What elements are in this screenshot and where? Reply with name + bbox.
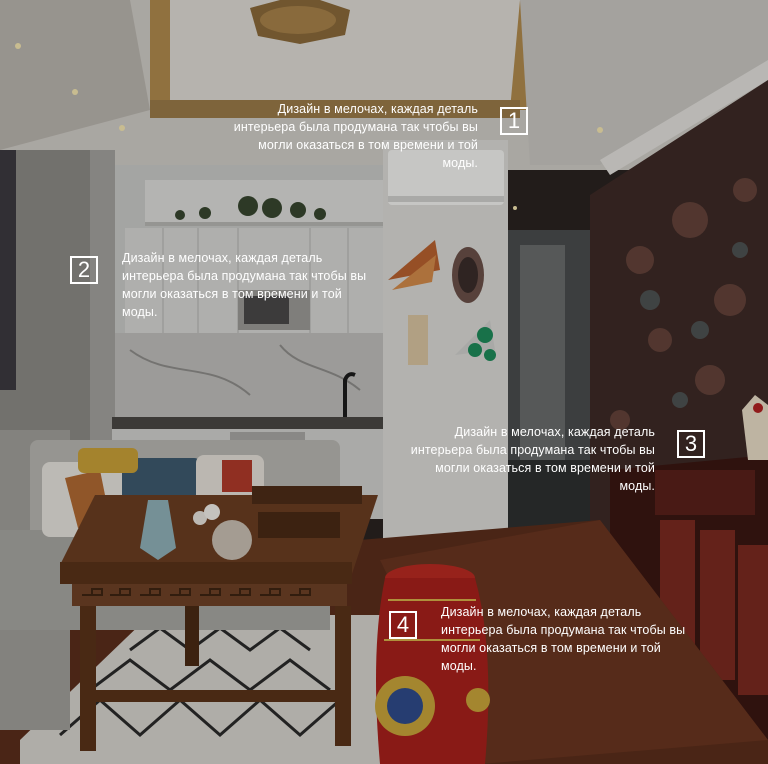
marker-box-1[interactable]: 1 bbox=[500, 107, 528, 135]
caption-line: интерьера была продумана так чтобы вы bbox=[410, 443, 655, 457]
caption-3: Дизайн в мелочах, каждая деталь интерьер… bbox=[375, 423, 655, 495]
caption-line: моды. bbox=[122, 305, 158, 319]
marker-box-3[interactable]: 3 bbox=[677, 430, 705, 458]
caption-line: моды. bbox=[619, 479, 655, 493]
caption-line: могли оказаться в том времени и той bbox=[441, 641, 661, 655]
caption-line: Дизайн в мелочах, каждая деталь bbox=[441, 605, 642, 619]
caption-line: интерьера была продумана так чтобы вы bbox=[441, 623, 686, 637]
marker-box-2[interactable]: 2 bbox=[70, 256, 98, 284]
caption-2: Дизайн в мелочах, каждая деталь интерьер… bbox=[122, 249, 402, 321]
caption-line: могли оказаться в том времени и той bbox=[122, 287, 342, 301]
caption-line: могли оказаться в том времени и той bbox=[435, 461, 655, 475]
marker-box-4[interactable]: 4 bbox=[389, 611, 417, 639]
caption-4: Дизайн в мелочах, каждая деталь интерьер… bbox=[441, 603, 731, 675]
caption-line: могли оказаться в том времени и той bbox=[258, 138, 478, 152]
caption-1: Дизайн в мелочах, каждая деталь интерьер… bbox=[200, 100, 478, 172]
caption-line: Дизайн в мелочах, каждая деталь bbox=[454, 425, 655, 439]
caption-line: интерьера была продумана так чтобы вы bbox=[122, 269, 367, 283]
caption-line: интерьера была продумана так чтобы вы bbox=[233, 120, 478, 134]
caption-line: Дизайн в мелочах, каждая деталь bbox=[122, 251, 323, 265]
caption-line: моды. bbox=[441, 659, 477, 673]
caption-line: Дизайн в мелочах, каждая деталь bbox=[277, 102, 478, 116]
caption-line: моды. bbox=[442, 156, 478, 170]
